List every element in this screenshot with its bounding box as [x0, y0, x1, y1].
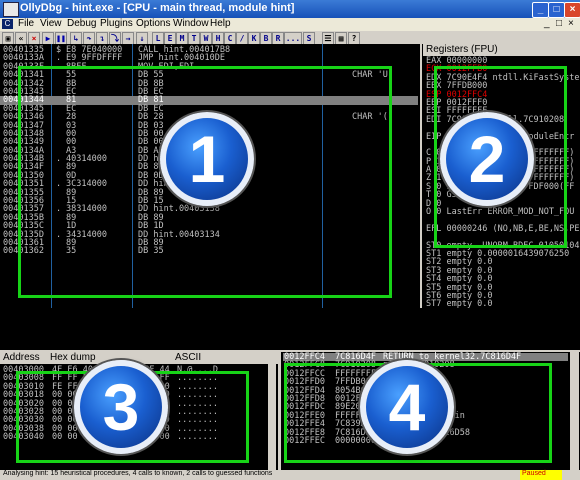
maximize-button[interactable]: □ — [548, 2, 565, 18]
dump-ascii-header[interactable]: ASCII — [175, 352, 201, 364]
disasm-mark: . — [56, 53, 62, 64]
menu-window[interactable]: Window — [173, 18, 209, 29]
menu-file[interactable]: File — [18, 18, 34, 29]
menu-options[interactable]: Options — [136, 18, 170, 29]
window-title: OllyDbg - hint.exe - [CPU - main thread,… — [20, 2, 295, 14]
menu-view[interactable]: View — [40, 18, 62, 29]
child-close-button[interactable]: × — [568, 18, 574, 29]
menu-help[interactable]: Help — [210, 18, 231, 29]
badge-4: 4 — [360, 360, 454, 454]
badge-1: 1 — [160, 112, 254, 206]
minimize-button[interactable]: _ — [532, 2, 549, 18]
stack-scrollbar[interactable] — [570, 352, 579, 470]
child-restore-button[interactable]: □ — [556, 18, 562, 29]
child-minimize-button[interactable]: _ — [544, 18, 550, 29]
registers-header: Registers (FPU) — [423, 44, 580, 56]
dump-address-header[interactable]: Address — [3, 352, 40, 364]
dump-scrollbar[interactable] — [268, 364, 276, 470]
status-bar: Analysing hint: 15 heuristical procedure… — [0, 470, 580, 480]
dump-header: Address Hex dump ASCII — [0, 352, 278, 364]
disasm-row[interactable]: 0040133A. E9 9FFDFFFF JMP hint.004010DE — [0, 53, 418, 64]
close-button[interactable]: × — [564, 2, 580, 18]
title-bar: OllyDbg - hint.exe - [CPU - main thread,… — [0, 0, 580, 18]
disasm-info-pane — [0, 308, 423, 350]
cpu-window-icon: C — [2, 19, 13, 29]
menu-plugins[interactable]: Plugins — [100, 18, 133, 29]
dump-hex-header[interactable]: Hex dump — [50, 352, 96, 364]
ollydbg-app-icon — [3, 2, 19, 17]
badge-3: 3 — [74, 360, 168, 454]
status-paused-badge: Paused — [520, 470, 562, 480]
register-row[interactable]: ST7 empty 0.0 — [426, 299, 578, 310]
status-text: Analysing hint: 15 heuristical procedure… — [3, 470, 273, 477]
menu-bar: C File View Debug Plugins Options Window… — [0, 18, 580, 31]
register-text: ST7 empty 0.0 — [426, 299, 493, 310]
toolbar: ▣ « × ▶ ❚❚ ↳ ↷ ↴ ⤵ → ↓ L E M T W H C / K… — [0, 31, 580, 45]
menu-debug[interactable]: Debug — [67, 18, 96, 29]
badge-2: 2 — [440, 112, 534, 206]
